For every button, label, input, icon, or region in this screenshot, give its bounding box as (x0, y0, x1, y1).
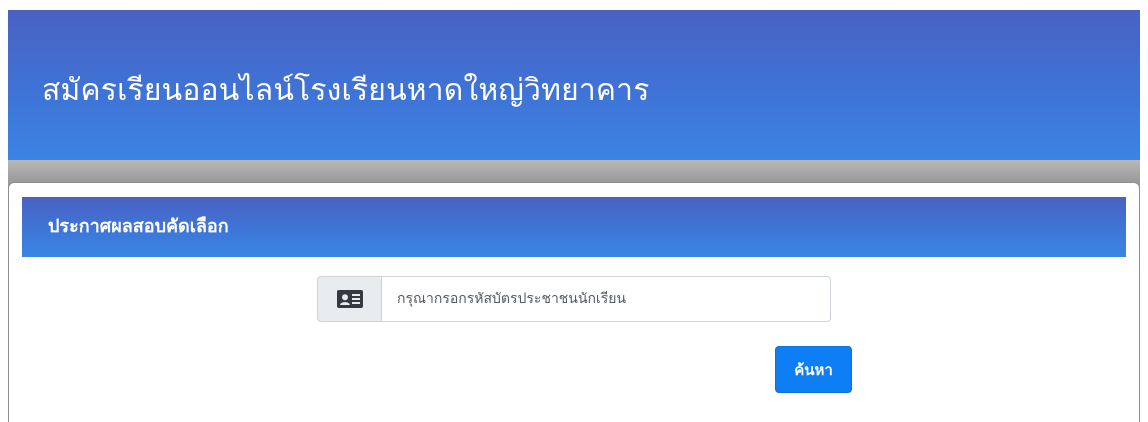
search-button[interactable]: ค้นหา (775, 346, 852, 393)
id-card-icon (336, 290, 363, 308)
top-strip (0, 0, 1148, 10)
id-search-group (317, 276, 831, 322)
site-title: สมัครเรียนออนไลน์โรงเรียนหาดใหญ่วิทยาคาร (42, 73, 650, 108)
student-id-input[interactable] (381, 276, 831, 322)
card-header: ประกาศผลสอบคัดเลือก (22, 197, 1126, 257)
result-search-card: ประกาศผลสอบคัดเลือก ค้นหา (8, 182, 1140, 422)
id-card-icon-addon (317, 276, 381, 322)
card-title: ประกาศผลสอบคัดเลือก (48, 216, 229, 237)
site-header: สมัครเรียนออนไลน์โรงเรียนหาดใหญ่วิทยาคาร (8, 10, 1140, 160)
